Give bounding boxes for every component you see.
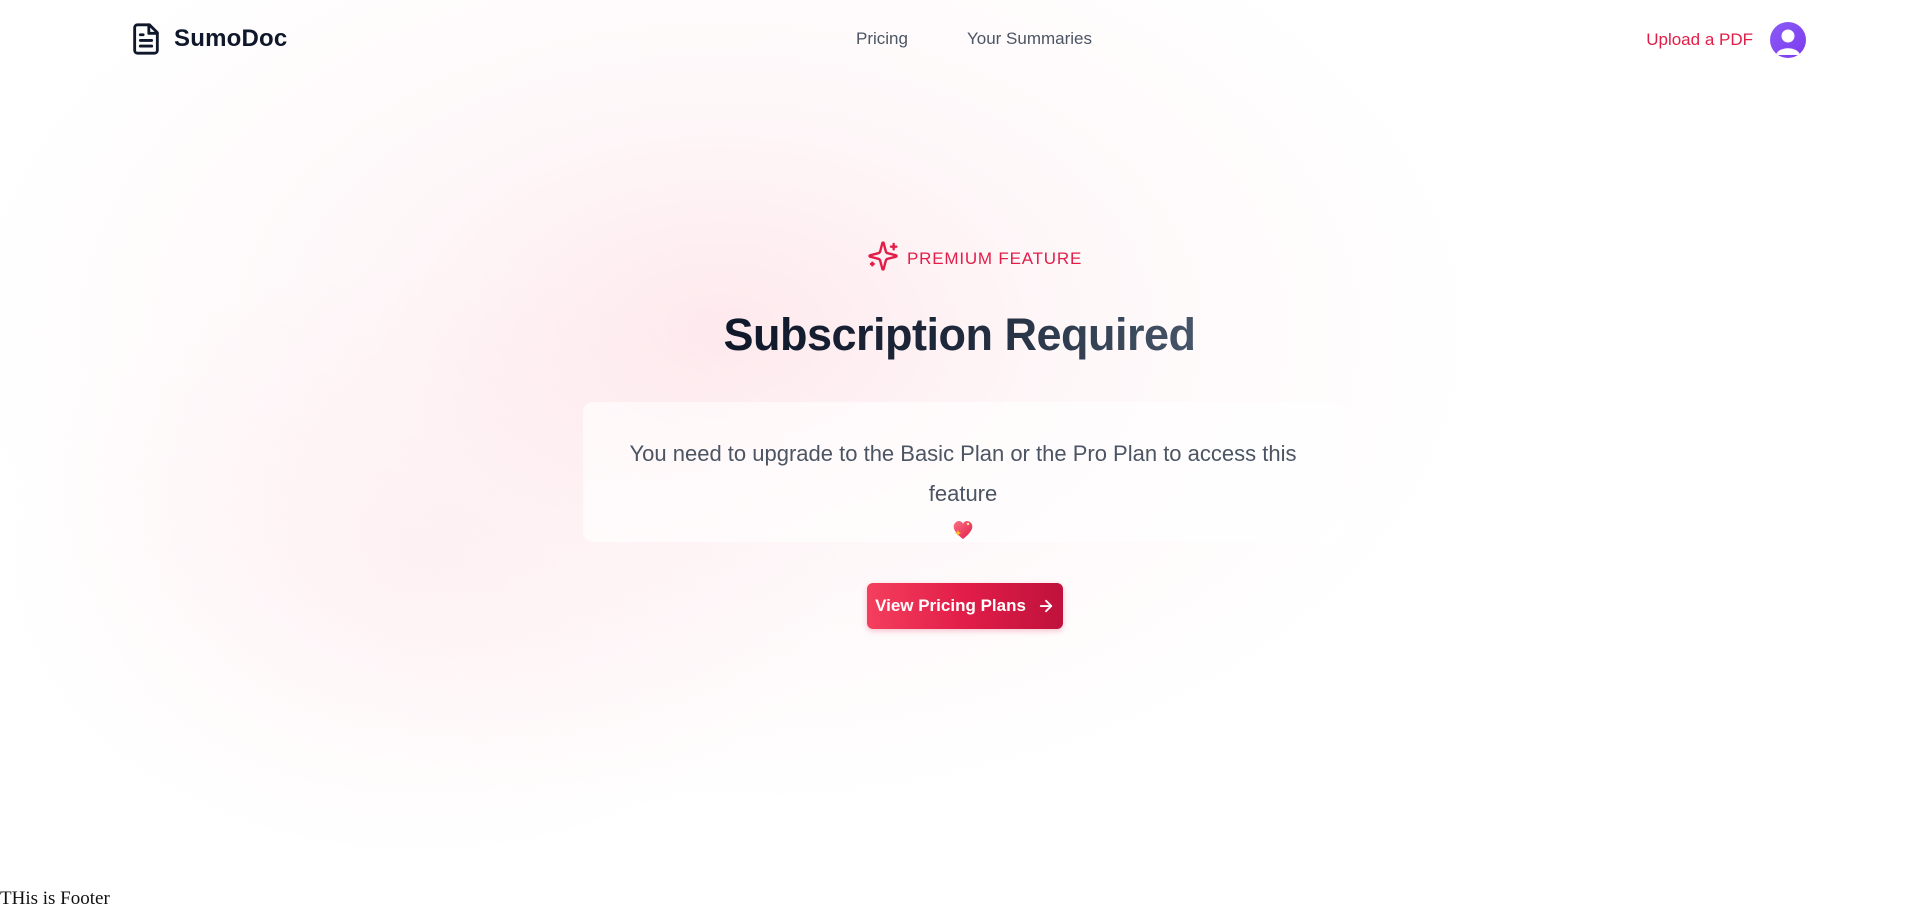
logo-link[interactable]: SumoDoc — [129, 20, 287, 58]
nav-link-your-summaries[interactable]: Your Summaries — [967, 29, 1092, 49]
premium-badge-label: Premium Feature — [907, 248, 1083, 268]
file-text-icon — [129, 20, 163, 58]
footer: THis is Footer — [0, 888, 110, 909]
upgrade-message-card: You need to upgrade to the Basic Plan or… — [583, 402, 1343, 542]
page-title-wrap: Subscription Required — [0, 308, 1919, 362]
arrow-right-icon — [1037, 597, 1055, 615]
main-nav: Pricing Your Summaries — [856, 29, 1092, 49]
nav-link-pricing[interactable]: Pricing — [856, 29, 908, 49]
upgrade-message: You need to upgrade to the Basic Plan or… — [629, 441, 1297, 506]
view-pricing-plans-button[interactable]: View Pricing Plans — [867, 583, 1063, 629]
sparkles-icon — [867, 240, 899, 277]
premium-badge: Premium Feature — [867, 240, 1082, 277]
site-header: SumoDoc Pricing Your Summaries Upload a … — [0, 0, 1919, 80]
page-title: Subscription Required — [723, 309, 1196, 360]
view-pricing-plans-label: View Pricing Plans — [875, 596, 1026, 615]
sparkling-heart-icon — [950, 516, 976, 542]
user-avatar-icon[interactable] — [1770, 22, 1806, 58]
upload-pdf-link[interactable]: Upload a PDF — [1646, 30, 1753, 50]
logo-text: SumoDoc — [174, 25, 288, 52]
